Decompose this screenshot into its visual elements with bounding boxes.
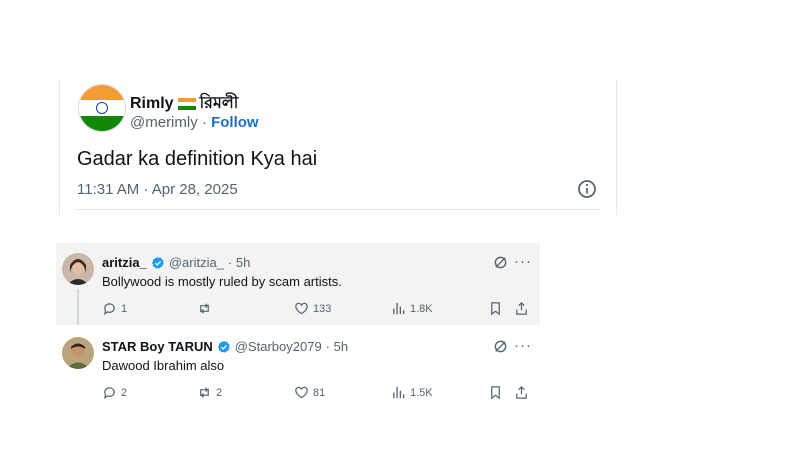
repost-count: 2 <box>216 386 223 399</box>
chakra-icon <box>96 102 108 114</box>
views-icon <box>393 302 405 315</box>
embedded-tweet[interactable]: Rimly রিমলী @merimly · Follow Gadar ka d… <box>59 80 617 215</box>
view-count: 1.8K <box>410 302 433 315</box>
reply-text: Dawood Ibrahim also <box>102 358 225 373</box>
like-button[interactable]: 81 <box>294 385 325 400</box>
reply-item[interactable]: aritzia_ @aritzia_ · 5h ··· Bollywood is… <box>56 243 540 325</box>
reply-icon <box>103 387 115 399</box>
like-icon <box>295 386 308 399</box>
replies-list: aritzia_ @aritzia_ · 5h ··· Bollywood is… <box>56 243 540 403</box>
reply-author-name[interactable]: STAR Boy TARUN <box>102 339 213 354</box>
more-icon[interactable]: ··· <box>514 337 532 354</box>
follow-button[interactable]: Follow <box>211 114 259 131</box>
info-icon[interactable] <box>577 179 597 199</box>
avatar[interactable] <box>78 84 126 132</box>
reply-author-name[interactable]: aritzia_ <box>102 255 147 270</box>
separator: · <box>201 114 207 131</box>
reply-button[interactable]: 2 <box>102 385 127 400</box>
avatar[interactable] <box>62 253 94 285</box>
thread-line <box>77 289 79 325</box>
reply-count: 2 <box>121 386 128 399</box>
reply-author-handle[interactable]: @aritzia_ <box>169 255 224 270</box>
reply-icon <box>103 303 115 315</box>
reply-button[interactable]: 1 <box>102 301 127 316</box>
bookmark-icon[interactable] <box>488 301 503 316</box>
reply-author-handle[interactable]: @Starboy2079 <box>235 339 322 354</box>
author-name-text: Rimly <box>130 94 174 112</box>
grok-icon[interactable] <box>493 255 508 270</box>
author-name-bengali: রিমলী <box>199 95 239 112</box>
bookmark-icon[interactable] <box>488 385 503 400</box>
avatar[interactable] <box>62 337 94 369</box>
author-handle-row: @merimly · Follow <box>130 114 259 131</box>
share-icon[interactable] <box>514 385 529 400</box>
repost-button[interactable]: 2 <box>197 385 222 400</box>
reply-actions: 1 133 1.8K <box>102 301 532 319</box>
like-count: 133 <box>313 302 332 315</box>
repost-icon <box>200 303 209 314</box>
reply-time[interactable]: · 5h <box>326 339 348 354</box>
india-flag-icon <box>177 97 196 110</box>
reply-header: aritzia_ @aritzia_ · 5h <box>102 255 250 270</box>
grok-icon[interactable] <box>493 339 508 354</box>
author-handle[interactable]: @merimly <box>130 114 198 131</box>
repost-icon <box>200 387 209 398</box>
reply-actions: 2 2 81 1.5K <box>102 385 532 403</box>
reply-item[interactable]: STAR Boy TARUN @Starboy2079 · 5h ··· Daw… <box>56 289 540 409</box>
reply-time[interactable]: · 5h <box>228 255 250 270</box>
like-count: 81 <box>313 386 326 399</box>
reply-count: 1 <box>121 302 128 315</box>
verified-icon <box>217 340 230 353</box>
repost-button[interactable] <box>197 301 216 316</box>
author-name[interactable]: Rimly রিমলী <box>130 90 238 117</box>
share-icon[interactable] <box>514 301 529 316</box>
reply-header: STAR Boy TARUN @Starboy2079 · 5h <box>102 339 348 354</box>
views-button[interactable]: 1.8K <box>391 301 433 316</box>
views-button[interactable]: 1.5K <box>391 385 433 400</box>
tweet-timestamp[interactable]: 11:31 AM · Apr 28, 2025 <box>77 181 238 198</box>
verified-icon <box>151 256 164 269</box>
reply-text: Bollywood is mostly ruled by scam artist… <box>102 274 342 289</box>
like-icon <box>295 302 308 315</box>
views-icon <box>393 386 405 399</box>
like-button[interactable]: 133 <box>294 301 331 316</box>
view-count: 1.5K <box>410 386 433 399</box>
tweet-text: Gadar ka definition Kya hai <box>77 148 318 170</box>
divider <box>77 209 600 210</box>
more-icon[interactable]: ··· <box>514 253 532 270</box>
